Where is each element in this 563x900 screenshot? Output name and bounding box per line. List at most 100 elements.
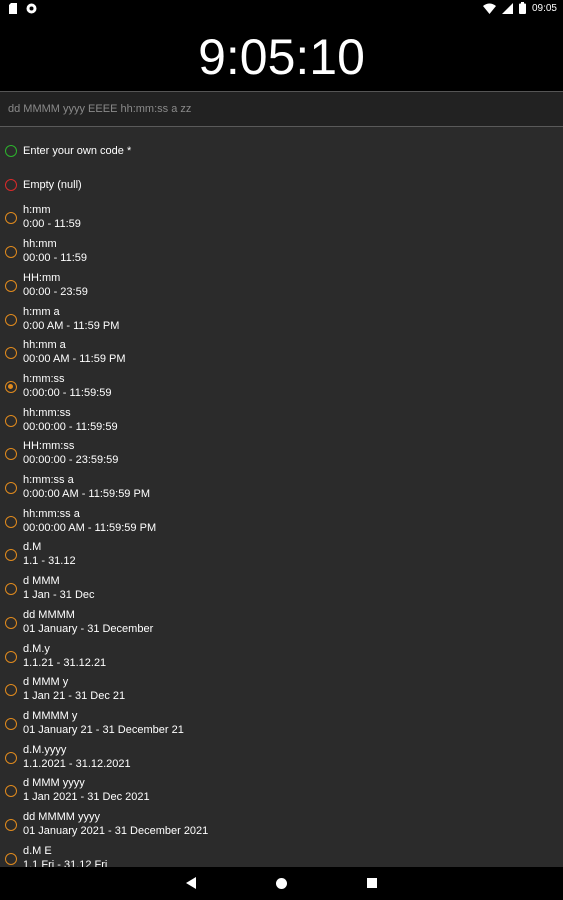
format-option[interactable]: HH:mm 00:00 - 23:59: [0, 269, 563, 303]
radio-button-icon[interactable]: [5, 549, 17, 562]
format-option-range: 00:00:00 - 11:59:59: [23, 420, 118, 433]
format-option-code: d.M: [23, 541, 42, 554]
format-option-range: 0:00:00 - 11:59:59: [23, 386, 112, 399]
format-pattern-text: dd MMMM yyyy EEEE hh:mm:ss a zz: [8, 103, 192, 115]
format-option[interactable]: h:mm:ss a 0:00:00 AM - 11:59:59 PM: [0, 471, 563, 505]
format-option-code: d MMM: [23, 575, 60, 588]
format-option-code: hh:mm:ss: [23, 406, 71, 419]
format-option[interactable]: d.M.y 1.1.21 - 31.12.21: [0, 640, 563, 674]
format-option-range: 1.1 - 31.12: [23, 555, 76, 568]
radio-button-icon[interactable]: [5, 246, 17, 259]
battery-icon: [518, 2, 526, 14]
navigation-bar: [0, 867, 563, 900]
radio-button-icon[interactable]: [5, 684, 17, 697]
format-option[interactable]: d MMM 1 Jan - 31 Dec: [0, 572, 563, 606]
back-icon[interactable]: [186, 877, 196, 889]
format-option-code: d MMM y: [23, 676, 69, 689]
radio-button-icon[interactable]: [5, 717, 17, 730]
format-option-code: d.M.yyyy: [23, 743, 67, 756]
format-option[interactable]: Empty (null): [0, 168, 563, 202]
format-option-range: 1 Jan 2021 - 31 Dec 2021: [23, 791, 150, 804]
format-option[interactable]: dd MMMM 01 January - 31 December: [0, 606, 563, 640]
format-option[interactable]: hh:mm:ss 00:00:00 - 11:59:59: [0, 404, 563, 438]
status-time: 09:05: [531, 2, 557, 14]
radio-button-icon[interactable]: [5, 380, 17, 393]
radio-button-icon[interactable]: [5, 751, 17, 764]
radio-button-icon[interactable]: [5, 212, 17, 225]
format-option-range: 01 January 2021 - 31 December 2021: [23, 825, 209, 837]
format-option-code: hh:mm: [23, 238, 57, 251]
format-option-range: 01 January 21 - 31 December 21: [23, 723, 184, 736]
sd-card-icon: [9, 3, 17, 14]
format-option-code: Empty (null): [23, 178, 82, 191]
radio-button-icon[interactable]: [5, 819, 17, 831]
format-option-range: 00:00:00 AM - 11:59:59 PM: [23, 521, 157, 534]
format-option[interactable]: Enter your own code *: [0, 134, 563, 168]
format-option-range: 01 January - 31 December: [23, 622, 154, 635]
clock-preview: 9:05:10: [0, 18, 563, 92]
format-option-code: d MMM yyyy: [23, 777, 85, 790]
format-option[interactable]: d.M.yyyy 1.1.2021 - 31.12.2021: [0, 741, 563, 775]
format-option-range: 1.1.21 - 31.12.21: [23, 656, 107, 669]
format-option-code: h:mm:ss: [23, 372, 65, 385]
format-option-code: dd MMMM: [23, 608, 75, 621]
radio-button-icon[interactable]: [5, 347, 17, 360]
format-option[interactable]: h:mm 0:00 - 11:59: [0, 201, 563, 235]
format-option[interactable]: d MMMM y 01 January 21 - 31 December 21: [0, 707, 563, 741]
format-option[interactable]: d MMM yyyy 1 Jan 2021 - 31 Dec 2021: [0, 774, 563, 808]
format-option-range: 0:00 - 11:59: [23, 218, 81, 231]
radio-button-icon[interactable]: [5, 448, 17, 461]
format-option-range: 0:00:00 AM - 11:59:59 PM: [23, 488, 150, 500]
format-option-code: d.M.y: [23, 642, 50, 655]
format-pattern-field[interactable]: dd MMMM yyyy EEEE hh:mm:ss a zz: [0, 92, 563, 127]
format-option[interactable]: HH:mm:ss 00:00:00 - 23:59:59: [0, 437, 563, 471]
recent-apps-icon[interactable]: [367, 878, 377, 888]
format-option[interactable]: d MMM y1 Jan 21 - 31 Dec 21: [0, 673, 563, 707]
format-option[interactable]: d.M E 1.1 Fri - 31.12 Fri: [0, 842, 563, 867]
radio-button-icon[interactable]: [5, 515, 17, 528]
clock-time: 9:05:10: [198, 29, 365, 85]
format-option-range: 1 Jan 21 - 31 Dec 21: [23, 690, 126, 703]
radio-button-icon[interactable]: [5, 178, 17, 191]
radio-button-icon[interactable]: [5, 482, 17, 494]
radio-button-icon[interactable]: [5, 785, 17, 798]
format-option-code: h:mm:ss a: [23, 474, 74, 486]
format-options-list[interactable]: Enter your own code * Empty (null) h:mm 0:0…: [0, 127, 563, 867]
format-option[interactable]: d.M 1.1 - 31.12: [0, 538, 563, 572]
home-icon[interactable]: [276, 878, 287, 889]
format-option-code: hh:mm:ss a: [23, 507, 80, 520]
format-option-code: dd MMMM yyyy: [23, 811, 100, 823]
settings-notification-icon: [26, 3, 37, 14]
format-option-range: 1.1 Fri - 31.12 Fri: [23, 858, 108, 867]
radio-button-icon[interactable]: [5, 279, 17, 292]
format-option-code: d MMMM y: [23, 709, 78, 722]
format-option-range: 00:00 AM - 11:59 PM: [23, 353, 126, 366]
format-option-range: 0:00 AM - 11:59 PM: [23, 319, 120, 332]
radio-button-icon[interactable]: [5, 616, 17, 629]
status-bar: 09:05: [0, 0, 563, 18]
format-option-range: 1.1.2021 - 31.12.2021: [23, 757, 131, 770]
wifi-icon: [482, 3, 496, 14]
radio-button-icon[interactable]: [5, 313, 17, 326]
format-option-range: 00:00 - 11:59: [23, 252, 88, 265]
format-option[interactable]: hh:mm 00:00 - 11:59: [0, 235, 563, 269]
format-option-code: Enter your own code *: [23, 145, 132, 157]
radio-button-icon[interactable]: [5, 650, 17, 663]
format-option-code: d.M E: [23, 844, 52, 857]
radio-button-icon[interactable]: [5, 583, 17, 596]
format-option-code: h:mm: [23, 204, 51, 217]
format-option[interactable]: dd MMMM yyyy 01 January 2021 - 31 Decembe…: [0, 808, 563, 842]
radio-button-icon[interactable]: [5, 145, 17, 157]
format-option-code: HH:mm: [23, 271, 61, 284]
format-option-range: 00:00:00 - 23:59:59: [23, 454, 119, 467]
radio-button-icon[interactable]: [5, 414, 17, 427]
format-option[interactable]: hh:mm:ss a 00:00:00 AM - 11:59:59 PM: [0, 505, 563, 539]
format-option[interactable]: h:mm a 0:00 AM - 11:59 PM: [0, 303, 563, 337]
format-option-code: hh:mm a: [23, 339, 66, 352]
format-option[interactable]: h:mm:ss 0:00:00 - 11:59:59: [0, 370, 563, 404]
format-option-range: 1 Jan - 31 Dec: [23, 589, 95, 602]
radio-button-icon[interactable]: [5, 852, 17, 865]
format-option-range: 00:00 - 23:59: [23, 285, 88, 298]
format-option-code: h:mm a: [23, 305, 60, 318]
format-option[interactable]: hh:mm a 00:00 AM - 11:59 PM: [0, 336, 563, 370]
